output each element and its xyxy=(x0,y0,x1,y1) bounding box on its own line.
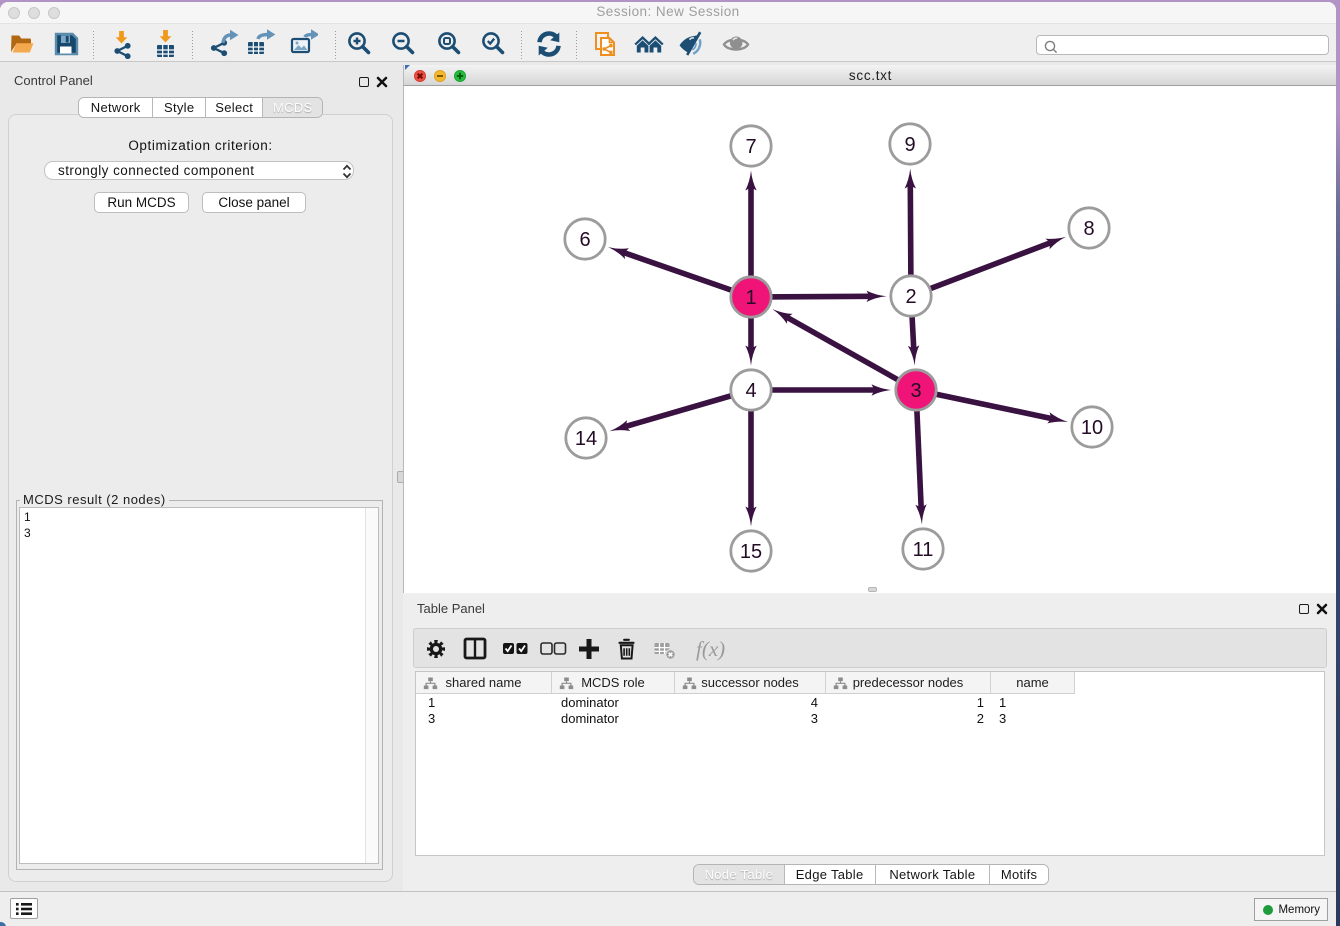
svg-text:15: 15 xyxy=(740,541,762,563)
svg-text:9: 9 xyxy=(904,134,915,156)
svg-text:14: 14 xyxy=(575,428,597,450)
svg-text:7: 7 xyxy=(745,136,756,158)
svg-text:3: 3 xyxy=(910,380,921,402)
svg-text:1: 1 xyxy=(745,287,756,309)
svg-text:10: 10 xyxy=(1081,417,1103,439)
svg-text:2: 2 xyxy=(905,286,916,308)
svg-text:6: 6 xyxy=(579,229,590,251)
svg-text:11: 11 xyxy=(913,539,934,561)
svg-text:4: 4 xyxy=(745,380,756,402)
svg-text:8: 8 xyxy=(1083,218,1094,240)
